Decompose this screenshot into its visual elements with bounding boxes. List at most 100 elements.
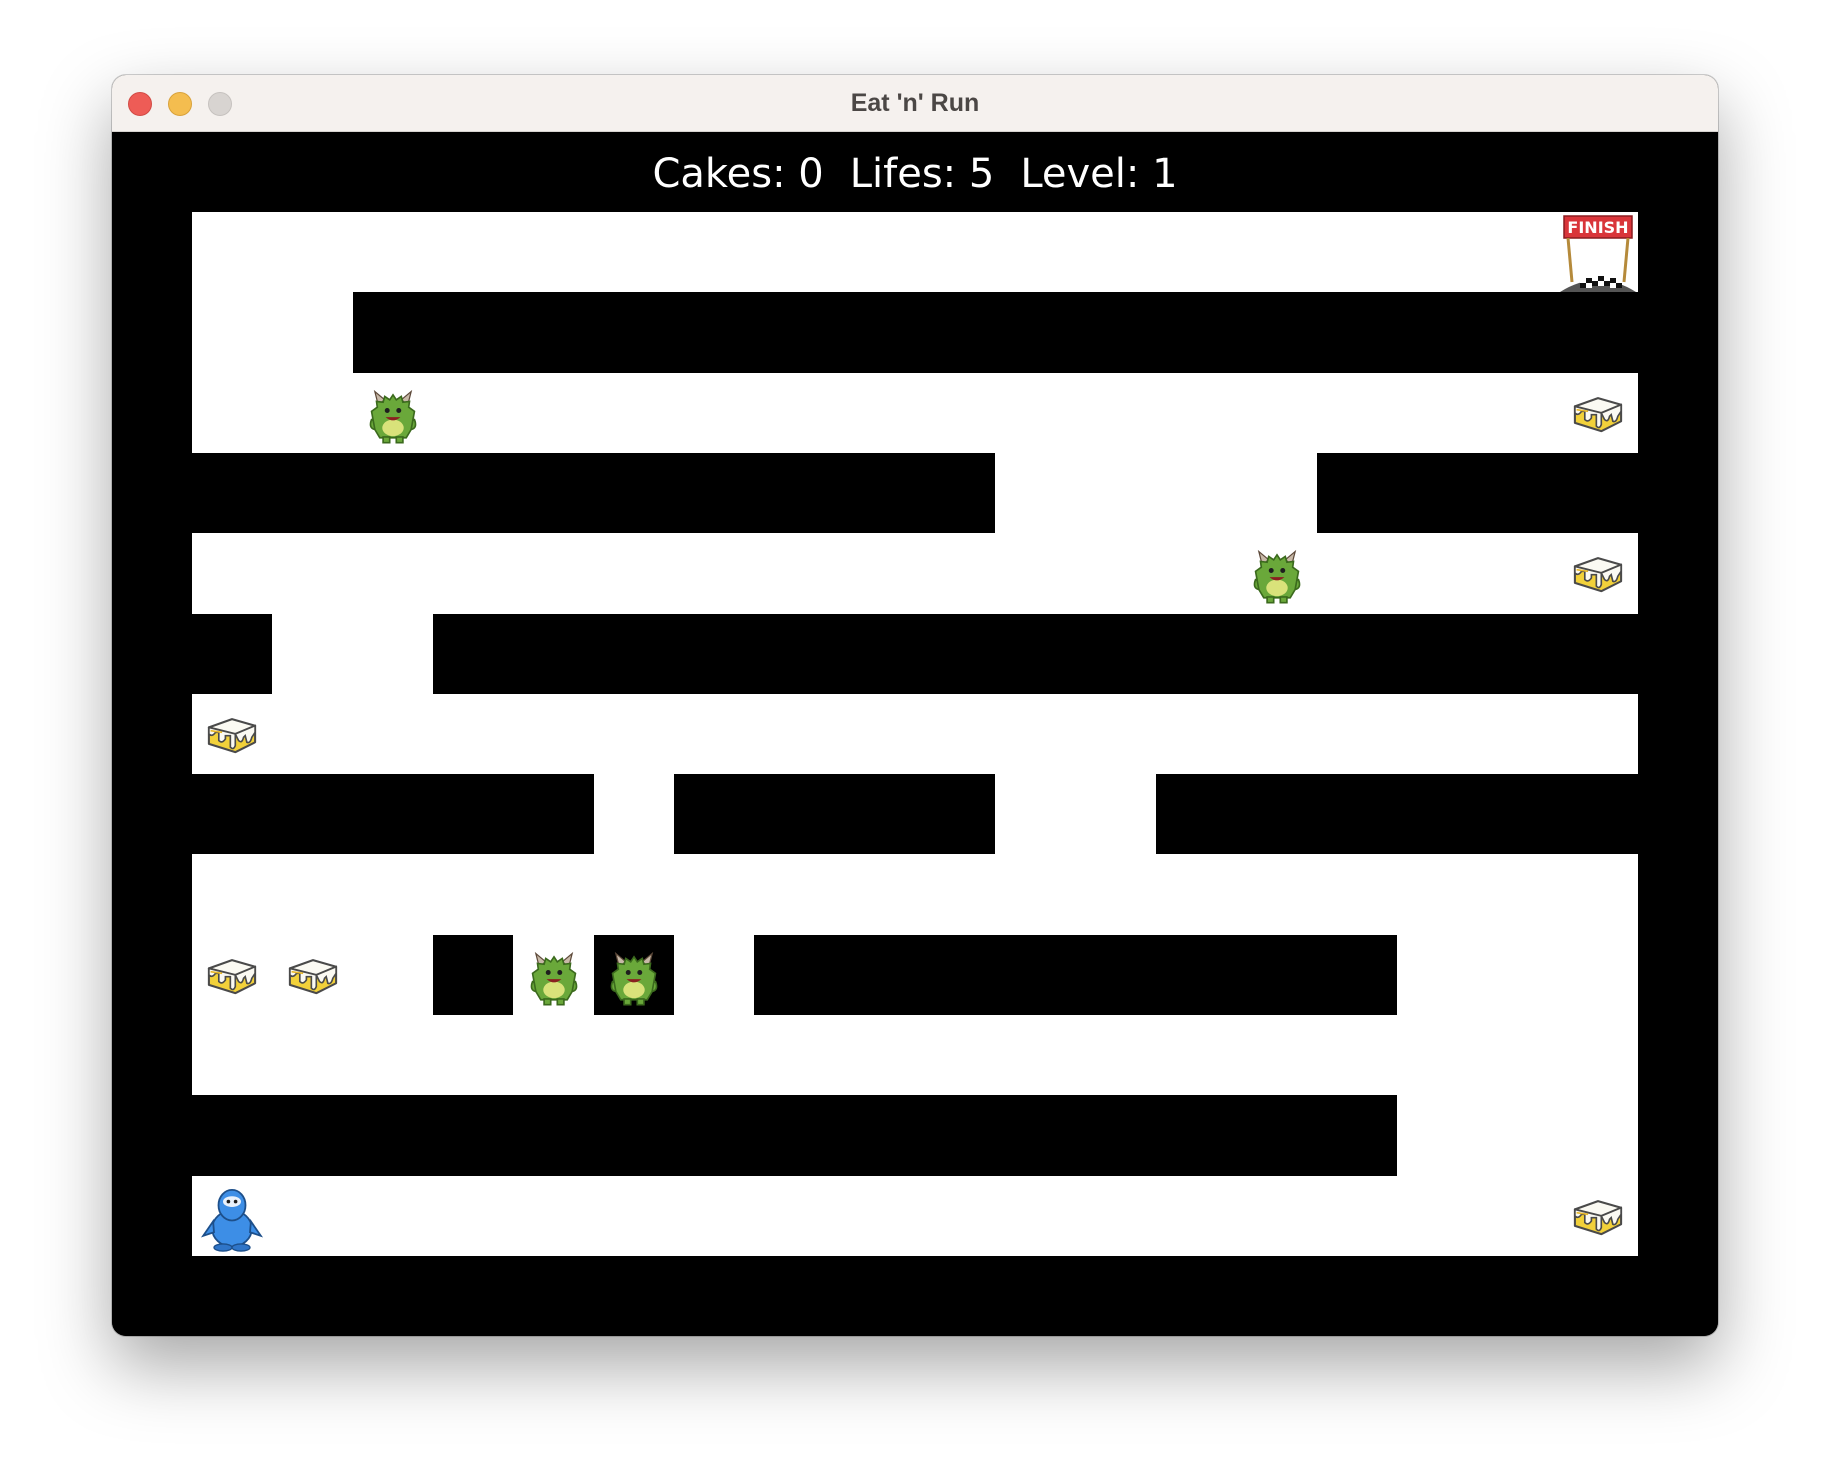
wall-tile — [513, 452, 595, 534]
floor-tile — [995, 1015, 1077, 1096]
wall-tile — [352, 774, 434, 855]
floor-tile — [1316, 533, 1398, 615]
floor-tile — [513, 854, 595, 936]
floor-tile — [433, 212, 514, 293]
floor-tile — [915, 854, 996, 936]
wall-tile — [1156, 1095, 1237, 1177]
floor-tile — [995, 533, 1077, 615]
floor-tile — [1397, 854, 1478, 936]
wall-tile — [674, 613, 755, 695]
floor-tile — [1075, 854, 1157, 936]
floor-tile — [754, 533, 836, 615]
floor-tile — [513, 693, 595, 775]
cake-icon — [1565, 380, 1631, 446]
wall-tile — [1477, 292, 1559, 374]
floor-tile — [1156, 533, 1237, 615]
floor-tile — [1477, 854, 1559, 936]
floor-tile — [1477, 1095, 1559, 1177]
wall-tile — [1236, 934, 1318, 1016]
floor-tile — [513, 533, 595, 615]
floor-tile — [1156, 212, 1237, 293]
floor-tile — [1316, 372, 1398, 454]
wall-tile — [754, 934, 836, 1016]
lifes-counter: Lifes: 5 — [849, 151, 995, 197]
wall-tile — [1397, 452, 1478, 534]
wall-tile — [915, 613, 996, 695]
wall-tile — [272, 1095, 354, 1177]
wall-tile — [1316, 452, 1398, 534]
wall-tile — [1156, 292, 1237, 374]
floor-tile — [1075, 1175, 1157, 1257]
wall-tile — [352, 1095, 434, 1177]
wall-tile — [1397, 292, 1478, 374]
wall-tile — [1156, 934, 1237, 1016]
floor-tile — [433, 1015, 514, 1096]
wall-tile — [1477, 774, 1559, 855]
floor-tile — [1397, 934, 1478, 1016]
floor-tile — [1236, 212, 1318, 293]
floor-tile — [272, 212, 354, 293]
floor-tile — [1397, 372, 1478, 454]
floor-tile — [995, 212, 1077, 293]
floor-tile — [272, 292, 354, 374]
floor-tile — [272, 533, 354, 615]
floor-tile — [834, 533, 916, 615]
floor-tile — [754, 1175, 836, 1257]
floor-tile — [433, 854, 514, 936]
wall-tile — [834, 613, 916, 695]
wall-tile — [513, 292, 595, 374]
monster-icon — [360, 380, 426, 446]
wall-tile — [674, 452, 755, 534]
floor-tile — [433, 533, 514, 615]
floor-tile — [1316, 1015, 1398, 1096]
wall-tile — [1477, 452, 1559, 534]
floor-tile — [1075, 452, 1157, 534]
wall-tile — [593, 1095, 675, 1177]
floor-tile — [1316, 693, 1398, 775]
floor-tile — [995, 854, 1077, 936]
wall-tile — [352, 452, 434, 534]
floor-tile — [593, 854, 675, 936]
wall-tile — [513, 1095, 595, 1177]
floor-tile — [674, 934, 755, 1016]
floor-tile — [915, 1015, 996, 1096]
wall-tile — [995, 1095, 1077, 1177]
wall-tile — [1557, 774, 1639, 855]
floor-tile — [1397, 1015, 1478, 1096]
floor-tile — [433, 1175, 514, 1257]
wall-tile — [192, 452, 273, 534]
wall-tile — [915, 292, 996, 374]
wall-tile — [995, 934, 1077, 1016]
wall-tile — [433, 1095, 514, 1177]
floor-tile — [352, 533, 434, 615]
maze-board: FINISH — [192, 212, 1639, 1257]
floor-tile — [1397, 212, 1478, 293]
wall-tile — [593, 452, 675, 534]
title-bar[interactable]: Eat 'n' Run — [112, 75, 1718, 132]
floor-tile — [834, 693, 916, 775]
wall-tile — [1316, 774, 1398, 855]
floor-tile — [1236, 854, 1318, 936]
floor-tile — [915, 372, 996, 454]
floor-tile — [1075, 212, 1157, 293]
floor-tile — [1397, 533, 1478, 615]
floor-tile — [1316, 212, 1398, 293]
floor-tile — [995, 693, 1077, 775]
floor-tile — [754, 1015, 836, 1096]
floor-tile — [1156, 693, 1237, 775]
floor-tile — [1557, 693, 1639, 775]
floor-tile — [1075, 372, 1157, 454]
wall-tile — [674, 1095, 755, 1177]
hud: Cakes: 0 Lifes: 5 Level: 1 — [112, 144, 1718, 204]
floor-tile — [352, 212, 434, 293]
monster-icon — [601, 942, 667, 1008]
floor-tile — [1236, 1015, 1318, 1096]
wall-tile — [1156, 774, 1237, 855]
level-indicator: Level: 1 — [1020, 151, 1178, 197]
floor-tile — [674, 372, 755, 454]
cake-icon — [199, 942, 265, 1008]
game-canvas[interactable]: Cakes: 0 Lifes: 5 Level: 1 FINISH — [112, 132, 1718, 1336]
wall-tile — [674, 774, 755, 855]
floor-tile — [915, 212, 996, 293]
floor-tile — [834, 1175, 916, 1257]
